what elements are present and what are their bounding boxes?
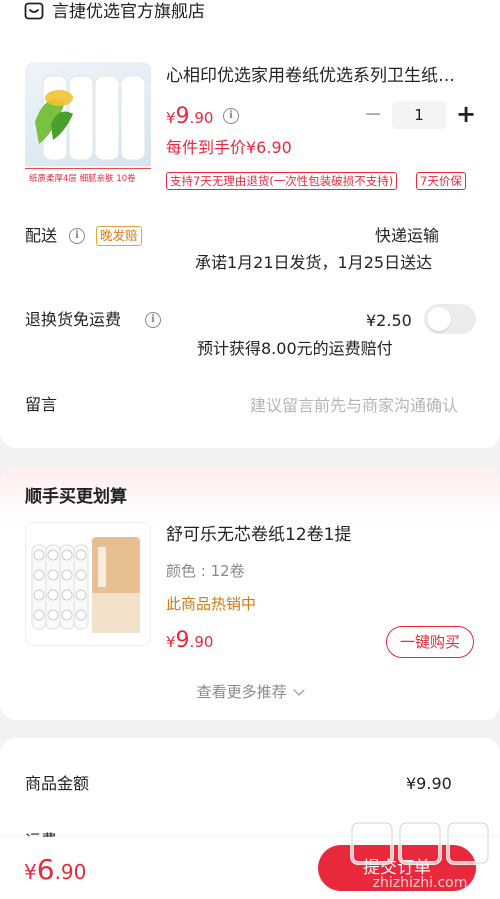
price-symbol: ¥ [166, 109, 176, 127]
price-decimal: .90 [189, 109, 214, 127]
bottom-bar: ¥6.90 提交订单 zhizhizhi.com [0, 821, 500, 899]
return-policy-tag: 支持7天无理由退货(一次性包装破损不支持) [166, 172, 398, 190]
freight-price: ¥2.50 [366, 311, 412, 330]
total-price: ¥6.90 [24, 855, 86, 885]
price-protect-tag: 7天价保 [416, 172, 466, 190]
recommend-item-title[interactable]: 舒可乐无芯卷纸12卷1提 [166, 523, 351, 547]
recommend-image[interactable] [25, 522, 151, 646]
freight-label: 退换货免运费 [25, 310, 122, 329]
order-card: 纸质柔厚4层 细腻亲肤 10卷 心相印优选家用卷纸优选系列卫生纸… ¥9.90 … [0, 26, 500, 448]
total-decimal: .90 [54, 860, 87, 884]
quantity-input[interactable]: 1 [392, 101, 446, 129]
more-recommend-link[interactable]: 查看更多推荐 [0, 681, 500, 703]
delivery-method[interactable]: 快递运输 [375, 225, 439, 247]
price-integer: 9 [175, 104, 190, 129]
recommend-price: ¥9.90 [166, 628, 213, 654]
product-image[interactable]: 纸质柔厚4层 细腻亲肤 10卷 [25, 62, 151, 188]
rec-price-symbol: ¥ [166, 633, 176, 651]
more-recommend-label: 查看更多推荐 [196, 683, 287, 701]
rec-price-integer: 9 [175, 628, 190, 653]
message-label: 留言 [25, 395, 58, 414]
increase-button[interactable]: + [456, 101, 476, 127]
total-symbol: ¥ [24, 860, 37, 884]
store-header[interactable]: 言捷优选官方旗舰店 [0, 0, 500, 26]
store-icon [24, 2, 44, 20]
recommend-card: 顺手买更划算 舒可乐无芯卷纸12卷1提 颜色 : 12卷 此商品热销中 ¥9.9… [0, 465, 500, 720]
recommend-hot-label: 此商品热销中 [166, 595, 257, 613]
product-image-banner: 纸质柔厚4层 细腻亲肤 10卷 [25, 168, 151, 188]
svg-text:zhizhizhi.com: zhizhizhi.com [373, 875, 468, 891]
freight-info-icon[interactable]: i [145, 312, 161, 328]
recommend-item-spec: 颜色 : 12卷 [166, 562, 245, 580]
total-integer: 6 [36, 853, 55, 886]
late-delivery-badge: 晚发赔 [96, 226, 142, 246]
recommend-title: 顺手买更划算 [25, 487, 127, 507]
chevron-down-icon [293, 684, 306, 696]
price-info-icon[interactable]: i [223, 108, 239, 124]
freight-note: 预计获得8.00元的运费赔付 [197, 339, 393, 358]
goods-amount-value: ¥9.90 [406, 774, 452, 793]
product-title[interactable]: 心相印优选家用卷纸优选系列卫生纸… [166, 64, 480, 88]
product-price: ¥9.90 [166, 104, 213, 130]
watermark-logo: zhizhizhi.com [346, 817, 494, 895]
rolls-graphic [31, 537, 140, 633]
message-input[interactable] [200, 390, 458, 420]
delivery-info-icon[interactable]: i [69, 228, 85, 244]
rec-price-decimal: .90 [189, 633, 214, 651]
freight-toggle[interactable] [424, 304, 476, 334]
delivery-label: 配送 [25, 226, 58, 245]
delivery-promise: 承诺1月21日发货，1月25日送达 [195, 253, 433, 272]
decrease-button[interactable]: − [364, 102, 382, 128]
store-name: 言捷优选官方旗舰店 [52, 2, 205, 22]
toggle-knob [427, 307, 451, 331]
goods-amount-label: 商品金额 [25, 774, 90, 793]
one-click-buy-button[interactable]: 一键购买 [386, 626, 474, 658]
each-price: 每件到手价¥6.90 [166, 138, 292, 157]
